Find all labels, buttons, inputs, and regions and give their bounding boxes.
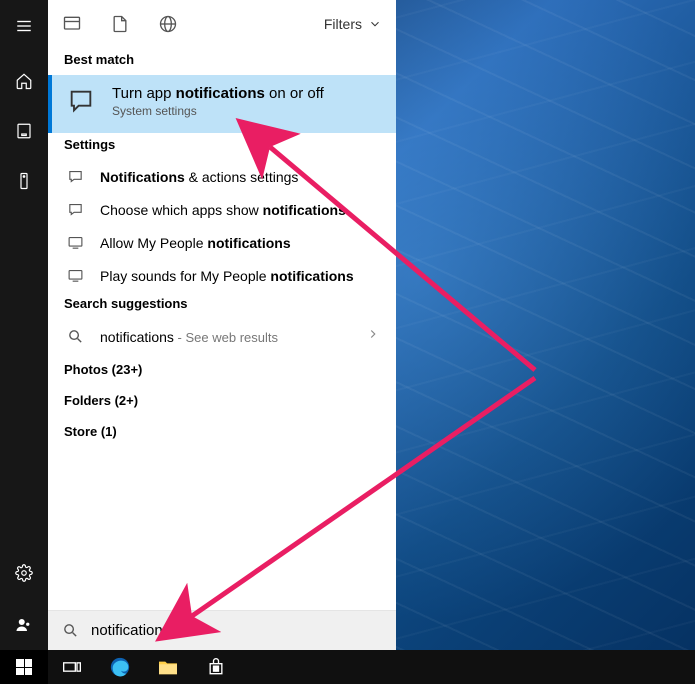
best-match-result[interactable]: Turn app notifications on or off System … [48, 75, 396, 133]
menu-icon[interactable] [0, 6, 48, 46]
search-icon [64, 328, 86, 345]
settings-result[interactable]: Choose which apps show notifications [48, 193, 396, 226]
explorer-button[interactable] [144, 650, 192, 684]
best-match-title: Turn app notifications on or off [112, 85, 324, 102]
start-button[interactable] [0, 650, 48, 684]
suggestions-header: Search suggestions [48, 292, 396, 319]
photos-category[interactable]: Photos (23+) [48, 354, 396, 385]
settings-result[interactable]: Allow My People notifications [48, 226, 396, 259]
result-text: Allow My People notifications [100, 235, 380, 251]
windows-logo-icon [16, 659, 32, 675]
result-text: Choose which apps show notifications [100, 202, 380, 218]
edge-button[interactable] [96, 650, 144, 684]
settings-result[interactable]: Notifications & actions settings [48, 160, 396, 193]
suggestion-text: notifications - See web results [100, 329, 352, 345]
settings-header: Settings [48, 133, 396, 160]
result-text: Notifications & actions settings [100, 169, 380, 185]
search-input[interactable] [91, 622, 382, 639]
result-text: Play sounds for My People notifications [100, 268, 380, 284]
chevron-down-icon [368, 17, 382, 31]
settings-icon[interactable] [0, 558, 48, 588]
taskview-button[interactable] [48, 650, 96, 684]
settings-result[interactable]: Play sounds for My People notifications [48, 259, 396, 292]
apps-icon[interactable] [0, 116, 48, 146]
store-category[interactable]: Store (1) [48, 416, 396, 447]
search-results-panel: Filters Best match Turn app notification… [48, 0, 396, 650]
user-icon[interactable] [0, 610, 48, 640]
remote-icon[interactable] [0, 166, 48, 196]
apps-filter-icon[interactable] [62, 14, 82, 34]
store-button[interactable] [192, 650, 240, 684]
chevron-right-icon [366, 327, 380, 346]
folders-category[interactable]: Folders (2+) [48, 385, 396, 416]
home-icon[interactable] [0, 66, 48, 96]
best-match-header: Best match [48, 48, 396, 75]
web-suggestion[interactable]: notifications - See web results [48, 319, 396, 354]
panel-toolbar: Filters [48, 0, 396, 48]
web-filter-icon[interactable] [158, 14, 178, 34]
search-icon [62, 622, 79, 639]
display-icon [64, 267, 86, 284]
taskbar [0, 650, 695, 684]
display-icon [64, 234, 86, 251]
settings-list: Notifications & actions settings Choose w… [48, 160, 396, 292]
message-icon [64, 168, 86, 185]
filters-label: Filters [324, 16, 362, 32]
cortana-sidebar [0, 0, 48, 650]
message-icon [64, 87, 98, 121]
documents-filter-icon[interactable] [110, 14, 130, 34]
message-icon [64, 201, 86, 218]
best-match-subtitle: System settings [112, 104, 324, 118]
search-box[interactable] [48, 610, 396, 650]
filters-dropdown[interactable]: Filters [324, 16, 382, 32]
